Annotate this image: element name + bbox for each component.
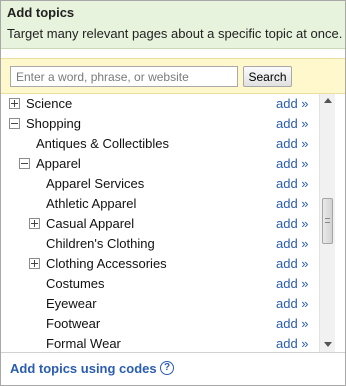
topic-row: Formal Wear add » — [1, 334, 319, 352]
add-topic-link[interactable]: add » — [276, 276, 309, 291]
topic-row: Athletic Apparel add » — [1, 194, 319, 214]
arrow-up-icon[interactable] — [320, 94, 336, 108]
topic-row: Apparel add » — [1, 154, 319, 174]
topic-row: Clothing Accessories add » — [1, 254, 319, 274]
topic-label: Apparel — [36, 156, 81, 171]
add-topic-link[interactable]: add » — [276, 256, 309, 271]
add-topic-link[interactable]: add » — [276, 216, 309, 231]
topic-row: Apparel Services add » — [1, 174, 319, 194]
expand-plus-icon[interactable] — [29, 218, 40, 229]
add-topic-link[interactable]: add » — [276, 176, 309, 191]
question-circle-icon[interactable]: ? — [160, 361, 174, 375]
add-topic-link[interactable]: add » — [276, 156, 309, 171]
panel-header: Add topics Target many relevant pages ab… — [1, 1, 345, 49]
topic-row: Science add » — [1, 94, 319, 114]
search-input[interactable] — [10, 66, 238, 87]
topic-row: Footwear add » — [1, 314, 319, 334]
panel-title: Add topics — [7, 5, 75, 20]
expand-plus-icon[interactable] — [9, 98, 20, 109]
topic-label: Shopping — [26, 116, 81, 131]
add-topics-panel: Add topics Target many relevant pages ab… — [0, 0, 346, 386]
panel-subtitle: Target many relevant pages about a speci… — [7, 26, 343, 41]
topic-row: Antiques & Collectibles add » — [1, 134, 319, 154]
search-bar: Search — [1, 58, 345, 94]
collapse-minus-icon[interactable] — [19, 158, 30, 169]
topic-label: Footwear — [46, 316, 101, 331]
topic-label: Eyewear — [46, 296, 97, 311]
panel-footer: Add topics using codes ? — [1, 352, 345, 385]
list-scrollbar[interactable] — [319, 94, 335, 352]
add-topics-using-codes-link[interactable]: Add topics using codes — [10, 361, 157, 376]
topic-label: Apparel Services — [46, 176, 145, 191]
topic-row: Eyewear add » — [1, 294, 319, 314]
topic-row: Costumes add » — [1, 274, 319, 294]
topic-label: Science — [26, 96, 73, 111]
topic-row: Shopping add » — [1, 114, 319, 134]
search-button[interactable]: Search — [243, 66, 292, 87]
add-topic-link[interactable]: add » — [276, 136, 309, 151]
topic-label: Formal Wear — [46, 336, 121, 351]
add-topic-link[interactable]: add » — [276, 336, 309, 351]
topic-label: Athletic Apparel — [46, 196, 137, 211]
add-topic-link[interactable]: add » — [276, 196, 309, 211]
topic-label: Casual Apparel — [46, 216, 135, 231]
topic-label: Costumes — [46, 276, 105, 291]
add-topic-link[interactable]: add » — [276, 316, 309, 331]
collapse-minus-icon[interactable] — [9, 118, 20, 129]
arrow-down-icon[interactable] — [320, 338, 336, 352]
topic-label: Antiques & Collectibles — [36, 136, 169, 151]
scrollbar-thumb[interactable] — [322, 198, 333, 244]
topic-list[interactable]: Science add » Shopping add » Antiques & Coll… — [1, 94, 345, 352]
add-topic-link[interactable]: add » — [276, 296, 309, 311]
add-topic-link[interactable]: add » — [276, 96, 309, 111]
topic-label: Clothing Accessories — [46, 256, 167, 271]
topic-row: Casual Apparel add » — [1, 214, 319, 234]
topic-row: Children's Clothing add » — [1, 234, 319, 254]
add-topic-link[interactable]: add » — [276, 236, 309, 251]
topic-label: Children's Clothing — [46, 236, 155, 251]
add-topic-link[interactable]: add » — [276, 116, 309, 131]
expand-plus-icon[interactable] — [29, 258, 40, 269]
